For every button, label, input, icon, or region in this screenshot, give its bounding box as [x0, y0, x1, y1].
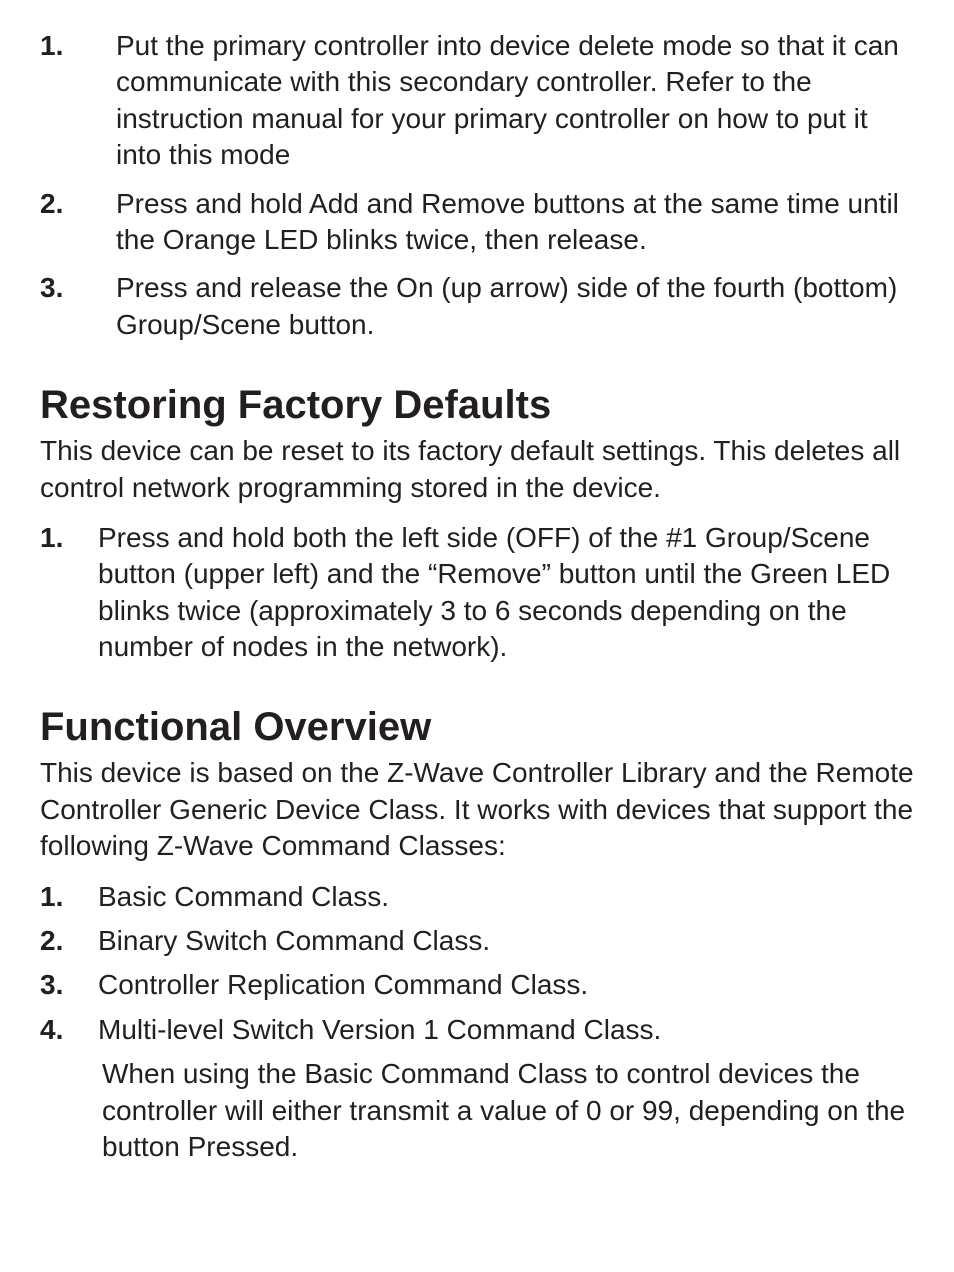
functional-list: 1. Basic Command Class. 2. Binary Switch… [40, 879, 914, 1049]
list-item: 2. Press and hold Add and Remove buttons… [40, 186, 914, 259]
list-text: Press and hold both the left side (OFF) … [98, 520, 914, 666]
list-marker: 4. [40, 1012, 98, 1048]
top-steps-section: 1. Put the primary controller into devic… [40, 28, 914, 343]
list-marker: 1. [40, 520, 98, 556]
document-page: 1. Put the primary controller into devic… [0, 0, 954, 1272]
list-text: Press and release the On (up arrow) side… [116, 270, 914, 343]
restoring-intro: This device can be reset to its factory … [40, 433, 914, 506]
functional-overview-section: Functional Overview This device is based… [40, 703, 914, 1165]
list-item: 1. Put the primary controller into devic… [40, 28, 914, 174]
top-steps-list: 1. Put the primary controller into devic… [40, 28, 914, 343]
functional-intro: This device is based on the Z-Wave Contr… [40, 755, 914, 864]
list-marker: 2. [40, 186, 116, 222]
list-text: Basic Command Class. [98, 879, 389, 915]
list-text: Controller Replication Command Class. [98, 967, 588, 1003]
list-text: Press and hold Add and Remove buttons at… [116, 186, 914, 259]
list-text: Binary Switch Command Class. [98, 923, 490, 959]
list-item: 3. Controller Replication Command Class. [40, 967, 914, 1003]
list-marker: 2. [40, 923, 98, 959]
list-text: Put the primary controller into device d… [116, 28, 914, 174]
section-title-restoring: Restoring Factory Defaults [40, 381, 914, 429]
list-item: 4. Multi-level Switch Version 1 Command … [40, 1012, 914, 1048]
list-marker: 3. [40, 270, 116, 306]
list-item: 1. Basic Command Class. [40, 879, 914, 915]
list-item: 3. Press and release the On (up arrow) s… [40, 270, 914, 343]
list-marker: 3. [40, 967, 98, 1003]
list-marker: 1. [40, 28, 116, 64]
restoring-defaults-section: Restoring Factory Defaults This device c… [40, 381, 914, 665]
section-title-functional: Functional Overview [40, 703, 914, 751]
list-text: Multi-level Switch Version 1 Command Cla… [98, 1012, 661, 1048]
restoring-steps-list: 1. Press and hold both the left side (OF… [40, 520, 914, 666]
list-item: 1. Press and hold both the left side (OF… [40, 520, 914, 666]
functional-note: When using the Basic Command Class to co… [102, 1056, 914, 1165]
list-item: 2. Binary Switch Command Class. [40, 923, 914, 959]
list-marker: 1. [40, 879, 98, 915]
